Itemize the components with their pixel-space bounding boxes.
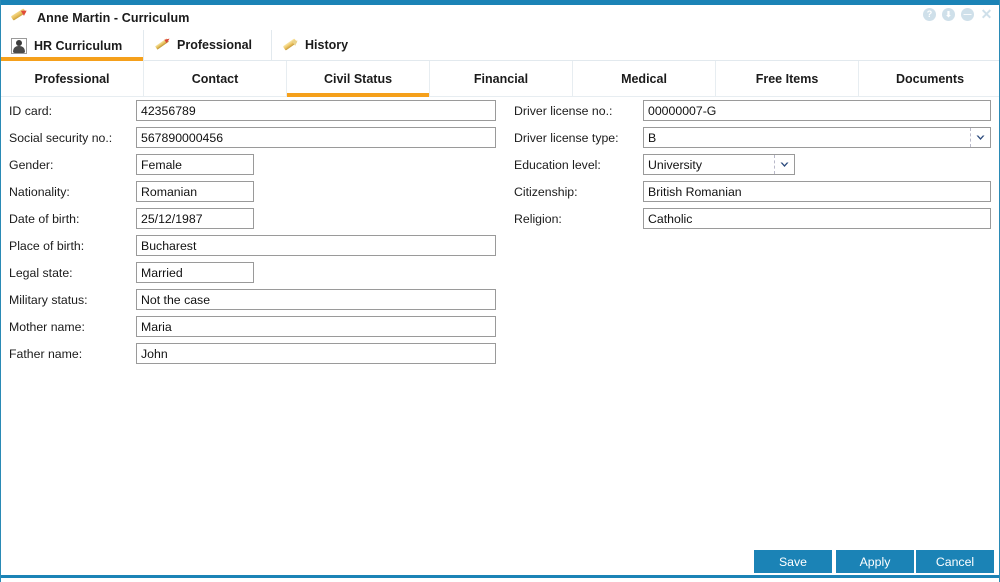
application-window: Anne Martin - Curriculum ? ⬇ — ✕ HR Curr… [0,0,1000,582]
field-row-education-level: Education level: University [506,151,999,178]
field-row-mother-name: Mother name: Maria [1,313,506,340]
field-row-driver-license-no: Driver license no.: 00000007-G [506,97,999,124]
primary-tab-filler [382,30,999,61]
tab-contact[interactable]: Contact [144,61,287,97]
tab-label: Contact [191,71,239,86]
label-legal-state: Legal state: [9,265,73,280]
help-icon[interactable]: ? [923,8,936,21]
form-column-right: Driver license no.: 00000007-G Driver li… [506,97,999,232]
save-button[interactable]: Save [754,550,832,573]
secondary-tab-bar: Professional Contact Civil Status Financ… [1,61,999,97]
chevron-down-icon[interactable] [970,128,990,147]
input-legal-state[interactable]: Married [136,262,254,283]
field-row-citizenship: Citizenship: British Romanian [506,178,999,205]
field-row-religion: Religion: Catholic [506,205,999,232]
label-military-status: Military status: [9,292,88,307]
input-nationality[interactable]: Romanian [136,181,254,202]
form-column-left: ID card: 42356789 Social security no.: 5… [1,97,506,367]
primary-tab-bar: HR Curriculum Professional History [1,30,999,61]
input-military-status[interactable]: Not the case [136,289,496,310]
tab-label: Medical [621,71,667,86]
tab-free-items[interactable]: Free Items [716,61,859,97]
field-row-military-status: Military status: Not the case [1,286,506,313]
field-row-nationality: Nationality: Romanian [1,178,506,205]
cancel-button[interactable]: Cancel [916,550,994,573]
field-row-date-of-birth: Date of birth: 25/12/1987 [1,205,506,232]
label-religion: Religion: [514,211,562,226]
tab-medical[interactable]: Medical [573,61,716,97]
label-citizenship: Citizenship: [514,184,578,199]
field-row-id-card: ID card: 42356789 [1,97,506,124]
field-row-gender: Gender: Female [1,151,506,178]
window-controls: ? ⬇ — ✕ [923,7,993,21]
apply-button[interactable]: Apply [836,550,914,573]
tab-label: Documents [895,71,965,86]
input-driver-license-no[interactable]: 00000007-G [643,100,991,121]
tab-financial[interactable]: Financial [430,61,573,97]
input-religion[interactable]: Catholic [643,208,991,229]
chevron-down-icon[interactable] [774,155,794,174]
footer-action-bar: Save Apply Cancel [1,537,999,575]
tab-label: Free Items [755,71,819,86]
input-mother-name[interactable]: Maria [136,316,496,337]
restore-icon[interactable]: — [961,8,974,21]
close-icon[interactable]: ✕ [980,7,993,21]
primary-tab-label: Professional [177,38,253,52]
field-row-social-security-no: Social security no.: 567890000456 [1,124,506,151]
label-id-card: ID card: [9,103,53,118]
primary-tab-label: HR Curriculum [34,38,123,53]
input-date-of-birth[interactable]: 25/12/1987 [136,208,254,229]
label-nationality: Nationality: [9,184,70,199]
title-bar: Anne Martin - Curriculum ? ⬇ — ✕ [1,5,999,30]
window-bottom-fill [1,578,999,582]
label-education-level: Education level: [514,157,601,172]
scroll-pen-icon [282,37,300,53]
label-driver-license-no: Driver license no.: [514,103,613,118]
label-gender: Gender: [9,157,54,172]
label-social-security-no: Social security no.: [9,130,113,145]
input-social-security-no[interactable]: 567890000456 [136,127,496,148]
primary-tab-professional[interactable]: Professional [144,30,272,61]
select-driver-license-type[interactable]: B [643,127,991,148]
tab-label: Professional [34,71,110,86]
primary-tab-hr-curriculum[interactable]: HR Curriculum [1,30,144,61]
tab-label: Civil Status [323,72,393,86]
primary-tab-history[interactable]: History [272,30,382,61]
select-value: B [648,130,657,145]
field-row-place-of-birth: Place of birth: Bucharest [1,232,506,259]
person-card-icon [11,37,27,54]
input-id-card[interactable]: 42356789 [136,100,496,121]
tab-documents[interactable]: Documents [859,61,999,97]
pencil-icon [154,36,171,53]
input-gender[interactable]: Female [136,154,254,175]
select-education-level[interactable]: University [643,154,795,175]
pencil-icon [9,7,31,27]
field-row-legal-state: Legal state: Married [1,259,506,286]
label-place-of-birth: Place of birth: [9,238,85,253]
window-title: Anne Martin - Curriculum [37,10,190,25]
label-driver-license-type: Driver license type: [514,130,619,145]
select-value: University [648,157,702,172]
label-mother-name: Mother name: [9,319,85,334]
primary-tab-label: History [305,38,349,52]
tab-professional[interactable]: Professional [1,61,144,97]
pin-down-icon[interactable]: ⬇ [942,8,955,21]
label-father-name: Father name: [9,346,83,361]
input-citizenship[interactable]: British Romanian [643,181,991,202]
input-place-of-birth[interactable]: Bucharest [136,235,496,256]
tab-civil-status[interactable]: Civil Status [287,61,430,97]
label-date-of-birth: Date of birth: [9,211,80,226]
field-row-father-name: Father name: John [1,340,506,367]
field-row-driver-license-type: Driver license type: B [506,124,999,151]
civil-status-form: ID card: 42356789 Social security no.: 5… [1,97,999,537]
tab-label: Financial [473,71,529,86]
input-father-name[interactable]: John [136,343,496,364]
